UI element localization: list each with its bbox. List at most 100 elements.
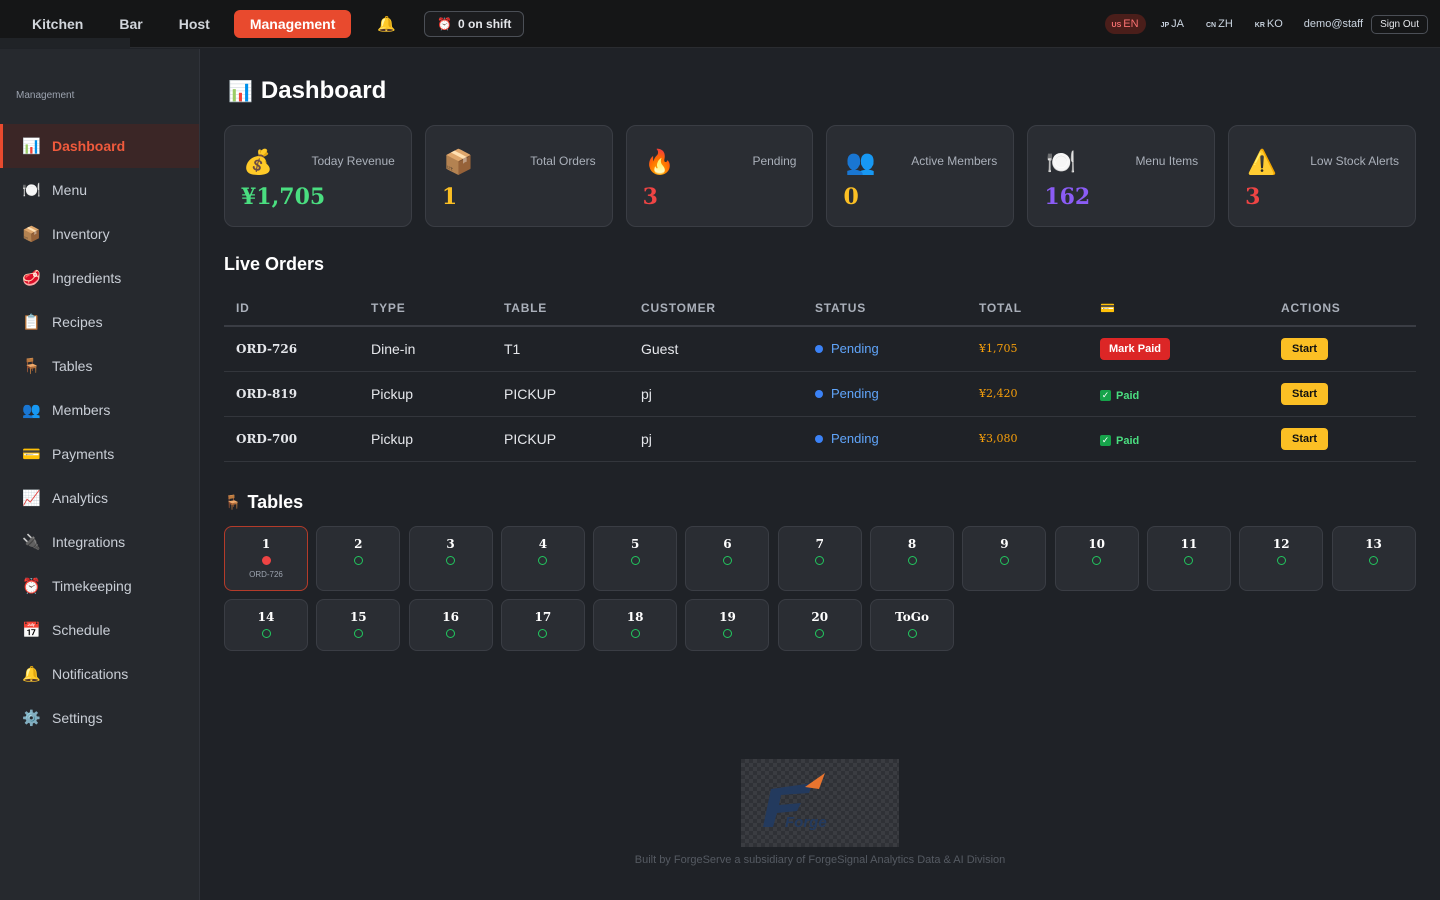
sidebar-item-integrations[interactable]: 🔌 Integrations <box>0 520 199 564</box>
status-dot-icon <box>815 344 823 353</box>
actions-cell: Start <box>1269 326 1416 372</box>
column-header: TABLE <box>492 290 629 327</box>
tab-kitchen[interactable]: Kitchen <box>14 10 101 38</box>
table-cell-16[interactable]: 16 <box>408 599 493 651</box>
bar-chart-icon: 📊 <box>22 138 41 155</box>
lang-code: JA <box>1171 18 1184 30</box>
table-cell-14[interactable]: 14 <box>224 599 308 651</box>
stat-cards: 💰 Today Revenue ¥1,705 📦 Total Orders 1 🔥 Pendi… <box>224 125 1416 227</box>
start-button[interactable]: Start <box>1281 382 1329 405</box>
table-cell-2[interactable]: 2 <box>316 526 401 591</box>
available-dot-icon <box>446 629 456 638</box>
status-badge: Pending <box>815 341 967 356</box>
sidebar-item-label: Payments <box>52 446 115 462</box>
table-row[interactable]: ORD-819 Pickup PICKUP pj Pending ¥2,420 ✓ Paid S… <box>224 371 1416 417</box>
status-text: Pending <box>831 386 879 401</box>
table-cell-6[interactable]: 6 <box>685 526 770 591</box>
order-table: T1 <box>492 326 629 372</box>
table-cell-4[interactable]: 4 <box>500 526 585 591</box>
sidebar-item-tables[interactable]: 🪑 Tables <box>0 344 199 388</box>
table-cell-8[interactable]: 8 <box>870 526 955 591</box>
start-button[interactable]: Start <box>1281 427 1329 450</box>
table-cell-7[interactable]: 7 <box>777 526 862 591</box>
bell-icon[interactable]: 🔔 <box>377 15 396 33</box>
table-cell-15[interactable]: 15 <box>316 599 401 651</box>
lang-zh[interactable]: CN ZH <box>1199 14 1240 34</box>
start-button[interactable]: Start <box>1281 337 1329 360</box>
table-number: 7 <box>815 537 824 551</box>
table-number: 14 <box>257 610 275 624</box>
status-badge: Pending <box>815 431 967 446</box>
available-dot-icon <box>722 556 732 565</box>
table-cell-17[interactable]: 17 <box>500 599 585 651</box>
flag-us: US <box>1111 22 1122 29</box>
table-cell-18[interactable]: 18 <box>593 599 678 651</box>
tab-bar[interactable]: Bar <box>101 10 160 38</box>
table-row[interactable]: ORD-726 Dine-in T1 Guest Pending ¥1,705 Mark P… <box>224 326 1416 372</box>
lang-ko[interactable]: KR KO <box>1248 14 1290 34</box>
sidebar-item-label: Analytics <box>52 490 109 506</box>
available-dot-icon <box>538 629 548 638</box>
table-cell-1[interactable]: 1 ORD-726 <box>224 526 308 591</box>
paid-badge: ✓ Paid <box>1100 390 1139 402</box>
table-number: 4 <box>538 537 548 551</box>
table-cell-13[interactable]: 13 <box>1331 526 1416 591</box>
stat-card-active-members: 👥 Active Members 0 <box>826 125 1015 227</box>
user-email: demo@staff <box>1303 18 1364 30</box>
sidebar-item-members[interactable]: 👥 Members <box>0 388 199 432</box>
available-dot-icon <box>1369 556 1379 565</box>
order-id: ORD-700 <box>224 416 359 462</box>
sidebar-item-timekeeping[interactable]: ⏰ Timekeeping <box>0 564 199 608</box>
table-cell-10[interactable]: 10 <box>1054 526 1139 591</box>
stat-card-pending: 🔥 Pending 3 <box>625 125 814 227</box>
sign-out-button[interactable]: Sign Out <box>1371 14 1428 34</box>
tab-host[interactable]: Host <box>161 10 228 38</box>
table-cell-5[interactable]: 5 <box>593 526 678 591</box>
sidebar-item-dashboard[interactable]: 📊 Dashboard <box>0 124 199 168</box>
sidebar-item-notifications[interactable]: 🔔 Notifications <box>0 652 199 696</box>
sidebar-item-analytics[interactable]: 📈 Analytics <box>0 476 199 520</box>
available-dot-icon <box>907 629 917 638</box>
lang-code: ZH <box>1218 18 1233 30</box>
lang-en[interactable]: US EN <box>1104 14 1146 34</box>
table-cell-3[interactable]: 3 <box>408 526 493 591</box>
table-cell-20[interactable]: 20 <box>777 599 862 651</box>
table-row[interactable]: ORD-700 Pickup PICKUP pj Pending ¥3,080 ✓ Paid S… <box>224 416 1416 462</box>
sidebar-list: 📊 Dashboard 🍽️ Menu 📦 Inventory 🥩 Ingredients 📋 R… <box>0 124 199 740</box>
sidebar-item-recipes[interactable]: 📋 Recipes <box>0 300 199 344</box>
table-number: 18 <box>626 610 644 624</box>
table-cell-11[interactable]: 11 <box>1146 526 1231 591</box>
forge-logo: Forge <box>741 759 899 847</box>
available-dot-icon <box>815 629 825 638</box>
plug-icon: 🔌 <box>22 534 41 551</box>
line-chart-icon: 📈 <box>22 490 41 507</box>
actions-cell: Start <box>1269 371 1416 417</box>
order-customer: pj <box>629 416 803 462</box>
fire-icon: 🔥 <box>644 149 675 176</box>
sidebar-item-inventory[interactable]: 📦 Inventory <box>0 212 199 256</box>
check-icon: ✓ <box>1100 435 1111 447</box>
table-cell-9[interactable]: 9 <box>962 526 1047 591</box>
lang-ja[interactable]: JP JA <box>1154 14 1191 34</box>
table-number: 5 <box>631 537 640 551</box>
page-title-text: Dashboard <box>260 77 387 104</box>
sidebar-item-label: Integrations <box>52 534 126 550</box>
table-cell-togo[interactable]: ToGo <box>870 599 955 651</box>
sidebar-item-label: Tables <box>52 358 93 374</box>
column-header: ID <box>224 290 359 327</box>
sidebar-item-ingredients[interactable]: 🥩 Ingredients <box>0 256 199 300</box>
table-cell-19[interactable]: 19 <box>685 599 770 651</box>
shift-status-button[interactable]: ⏰ 0 on shift <box>424 10 525 37</box>
sidebar-item-settings[interactable]: ⚙️ Settings <box>0 696 199 740</box>
sidebar-item-payments[interactable]: 💳 Payments <box>0 432 199 476</box>
table-header-row: ID TYPE TABLE CUSTOMER STATUS TOTAL 💳 ACTIONS <box>224 290 1416 327</box>
sidebar-item-schedule[interactable]: 📅 Schedule <box>0 608 199 652</box>
lang-code: EN <box>1123 18 1139 30</box>
table-cell-12[interactable]: 12 <box>1239 526 1324 591</box>
column-header: STATUS <box>803 290 967 327</box>
tab-management[interactable]: Management <box>233 9 352 38</box>
mark-paid-button[interactable]: Mark Paid <box>1100 337 1170 360</box>
sidebar-item-menu[interactable]: 🍽️ Menu <box>0 168 199 212</box>
available-dot-icon <box>353 556 363 565</box>
available-dot-icon <box>815 556 825 565</box>
